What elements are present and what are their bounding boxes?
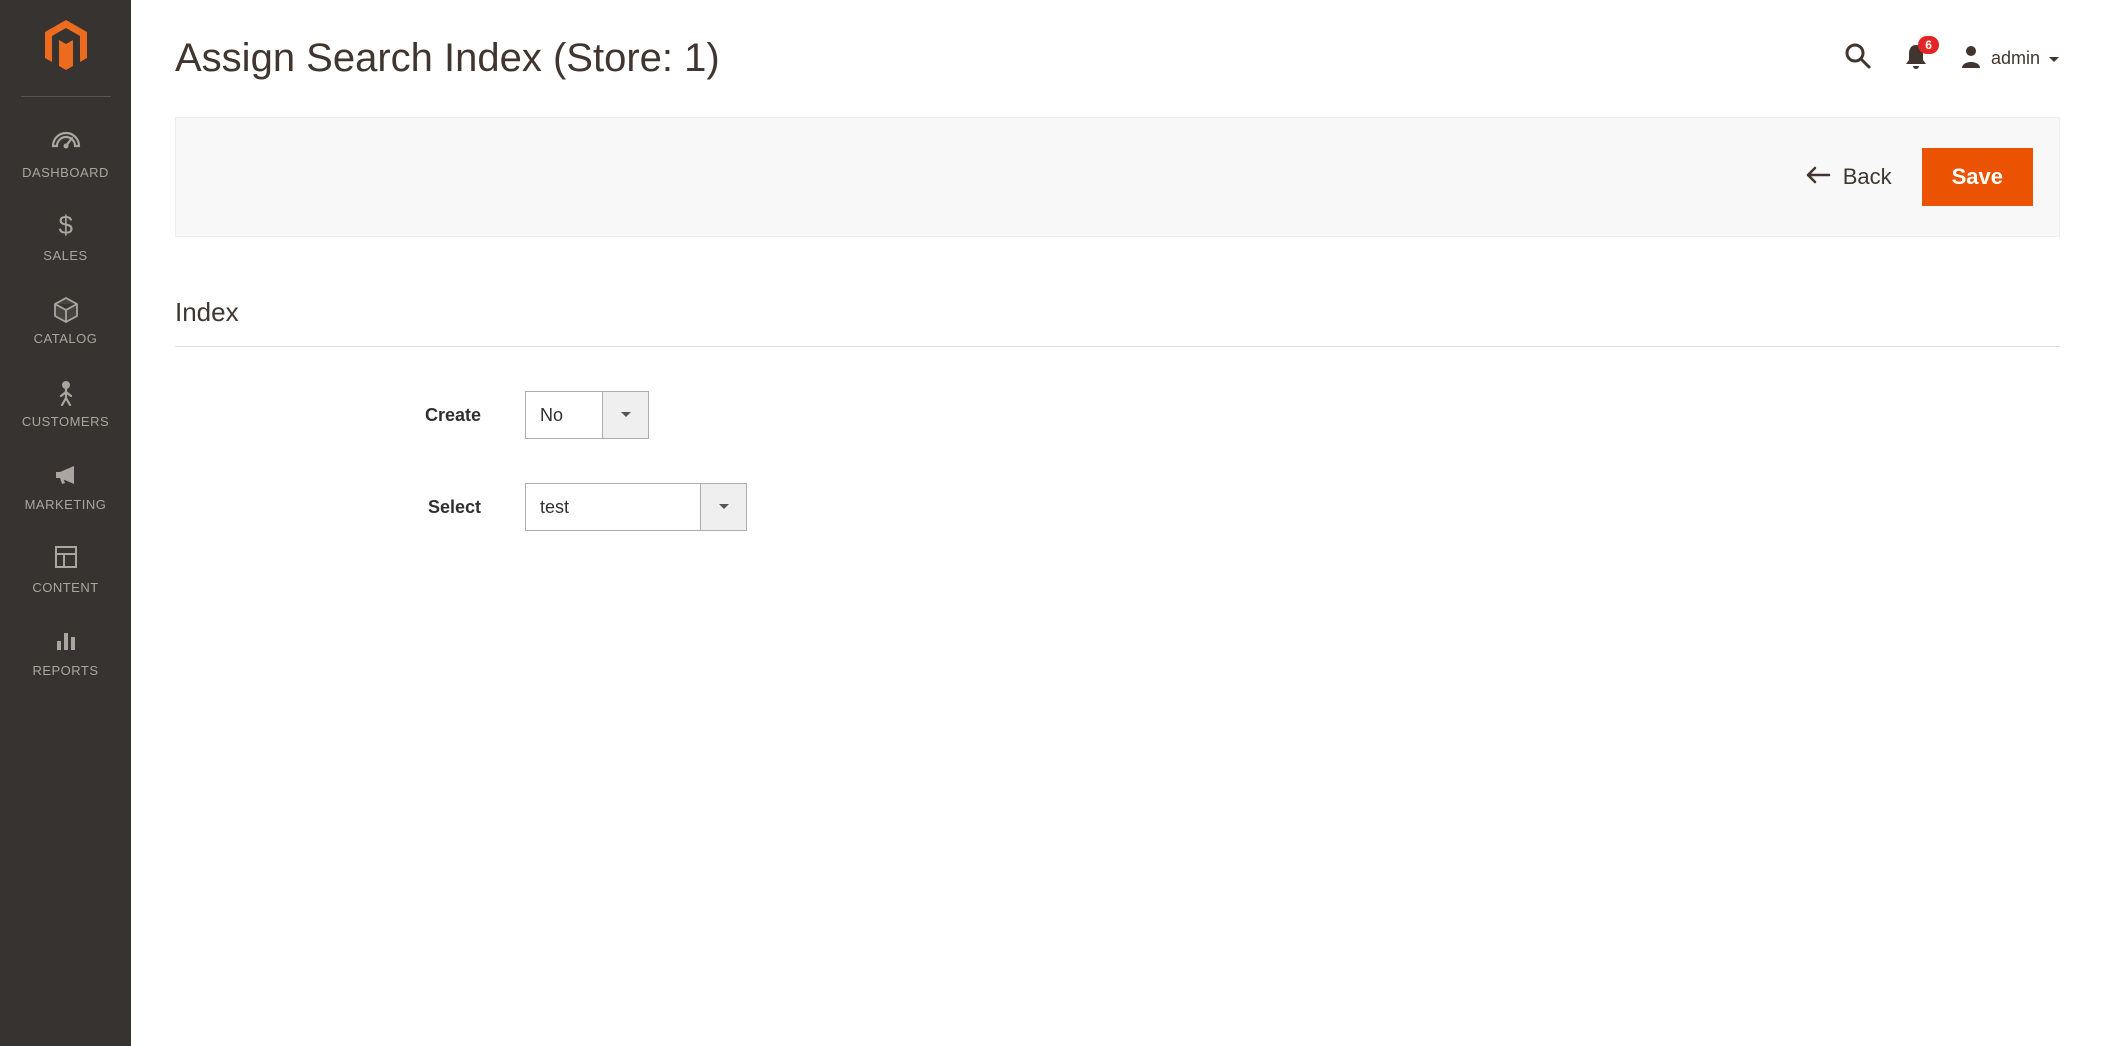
page-title: Assign Search Index (Store: 1)	[175, 36, 720, 81]
form-row-create: Create No	[175, 391, 2060, 439]
user-icon	[1959, 43, 1983, 74]
form-row-select: Select test	[175, 483, 2060, 531]
save-button[interactable]: Save	[1922, 148, 2033, 206]
header-actions: 6 admin	[1843, 41, 2060, 76]
section-divider	[175, 346, 2060, 347]
back-button[interactable]: Back	[1805, 164, 1892, 190]
sidebar-divider	[21, 96, 111, 97]
back-label: Back	[1843, 164, 1892, 190]
notifications-button[interactable]: 6	[1903, 42, 1929, 75]
nav-catalog[interactable]: CATALOG	[0, 281, 131, 364]
create-select[interactable]: No	[525, 391, 649, 439]
svg-text:$: $	[58, 212, 73, 240]
select-select[interactable]: test	[525, 483, 747, 531]
nav-sales[interactable]: $ SALES	[0, 198, 131, 281]
box-icon	[0, 295, 131, 323]
admin-sidebar: DASHBOARD $ SALES CATALOG CUSTOMERS MARK…	[0, 0, 131, 1046]
search-icon	[1843, 41, 1873, 76]
select-select-value: test	[526, 484, 700, 530]
create-label: Create	[175, 405, 525, 426]
action-bar: Back Save	[175, 117, 2060, 237]
dollar-icon: $	[0, 212, 131, 240]
nav-customers[interactable]: CUSTOMERS	[0, 364, 131, 447]
nav-label: SALES	[43, 248, 87, 263]
caret-down-icon	[2048, 48, 2060, 69]
nav-label: REPORTS	[32, 663, 98, 678]
magento-logo[interactable]	[41, 18, 91, 96]
gauge-icon	[0, 129, 131, 157]
chevron-down-icon	[602, 392, 648, 438]
notification-badge: 6	[1918, 36, 1939, 54]
nav-content[interactable]: CONTENT	[0, 530, 131, 613]
nav-reports[interactable]: REPORTS	[0, 613, 131, 696]
section-title: Index	[175, 297, 2060, 328]
nav-label: DASHBOARD	[22, 165, 109, 180]
select-label: Select	[175, 497, 525, 518]
page-header: Assign Search Index (Store: 1) 6	[175, 0, 2060, 117]
nav-dashboard[interactable]: DASHBOARD	[0, 115, 131, 198]
nav-label: CUSTOMERS	[22, 414, 109, 429]
nav-marketing[interactable]: MARKETING	[0, 447, 131, 530]
search-button[interactable]	[1843, 41, 1873, 76]
nav-label: CONTENT	[32, 580, 98, 595]
admin-account-button[interactable]: admin	[1959, 43, 2060, 74]
main-content: Assign Search Index (Store: 1) 6	[131, 0, 2104, 1046]
nav-label: CATALOG	[34, 331, 98, 346]
arrow-left-icon	[1805, 164, 1831, 190]
megaphone-icon	[0, 461, 131, 489]
admin-label: admin	[1991, 48, 2040, 69]
layout-icon	[0, 544, 131, 572]
bar-chart-icon	[0, 627, 131, 655]
create-select-value: No	[526, 392, 602, 438]
chevron-down-icon	[700, 484, 746, 530]
nav-label: MARKETING	[25, 497, 107, 512]
person-icon	[0, 378, 131, 406]
